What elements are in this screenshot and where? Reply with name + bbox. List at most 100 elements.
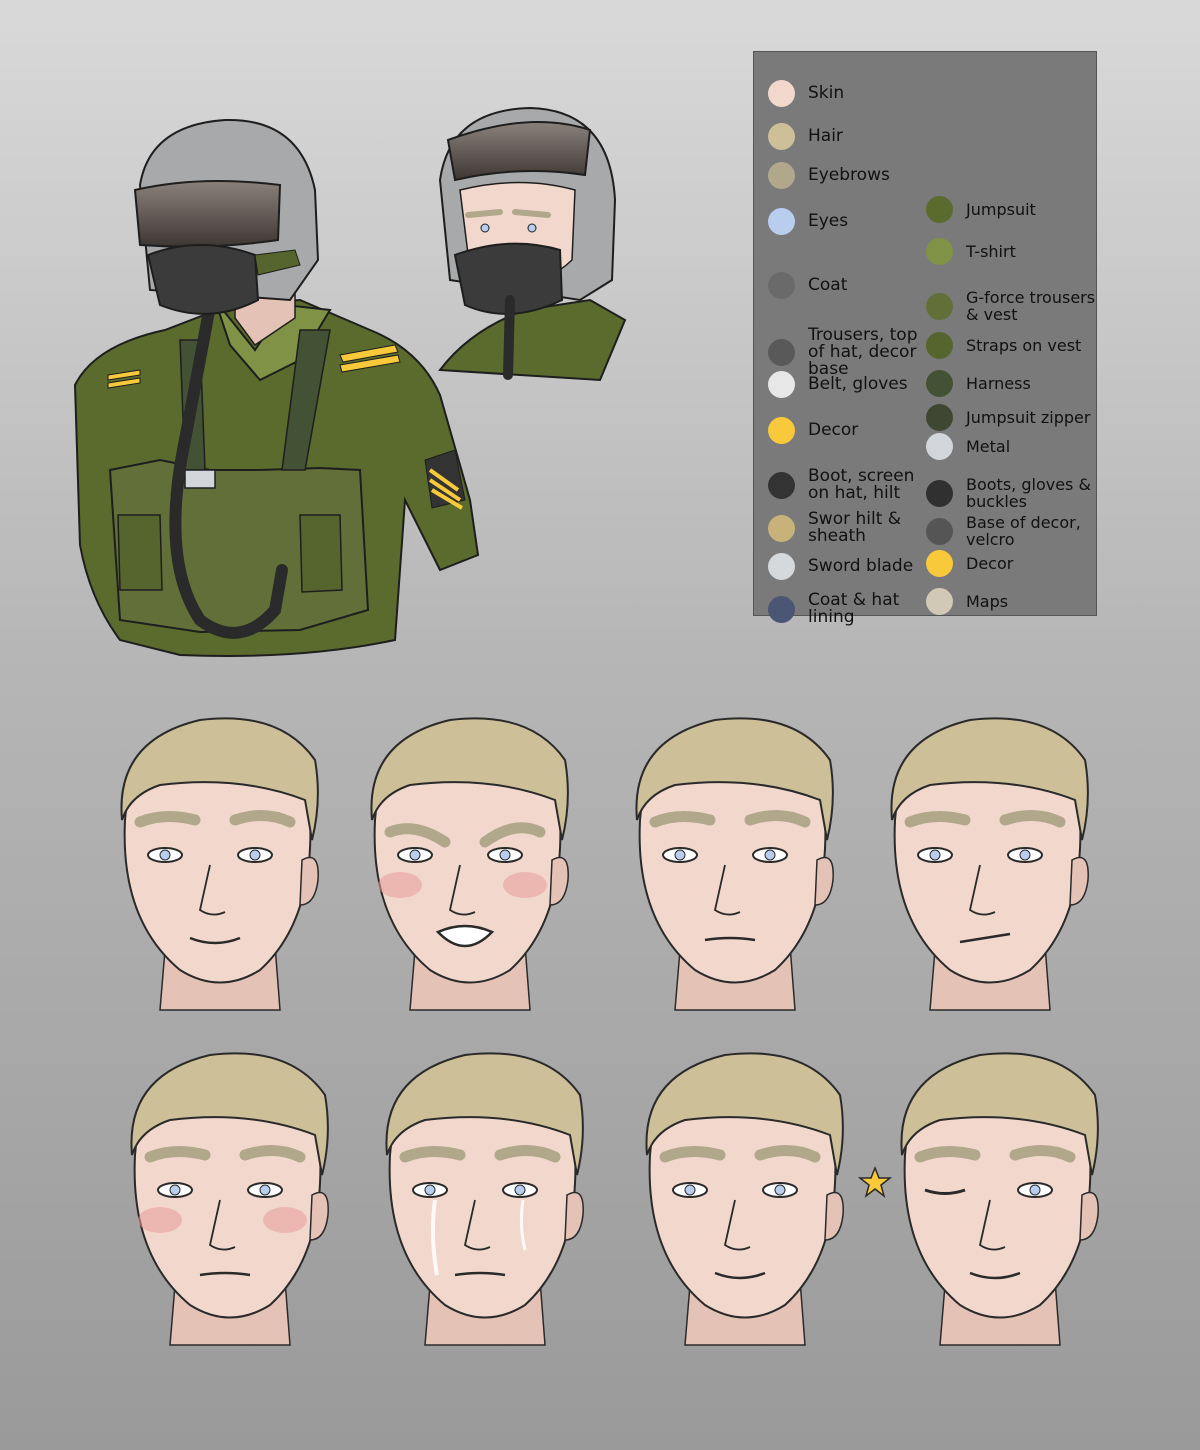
eye-left	[480, 223, 490, 233]
iris-right	[1029, 1184, 1041, 1196]
swatch-label: Hair	[808, 126, 843, 146]
palette-row: G-force trousers & vest	[926, 289, 1096, 323]
buckle	[184, 469, 216, 489]
color-swatch	[926, 550, 953, 577]
swatch-label: Swor hilt & sheath	[808, 509, 902, 546]
color-swatch	[768, 471, 795, 499]
palette-row: Swor hilt & sheath	[768, 511, 923, 545]
palette-row: Jumpsuit zipper	[926, 404, 1096, 431]
iris-right	[774, 1184, 786, 1196]
swatch-label: Straps on vest	[966, 336, 1082, 355]
palette-row: Maps	[926, 588, 1096, 615]
head-smile	[120, 717, 319, 1011]
color-palette-panel: Skin Hair Eyebrows Eyes Coat Trousers, top of…	[753, 51, 1097, 626]
color-swatch	[926, 404, 953, 431]
expression-sheet	[120, 717, 1099, 1346]
iris-right	[764, 849, 776, 861]
ear	[309, 1191, 329, 1241]
head-smug	[645, 1052, 844, 1346]
jumpsuit-shoulders	[438, 298, 627, 382]
iris-left	[424, 1184, 436, 1196]
palette-row: Decor	[926, 550, 1096, 577]
face	[388, 1104, 577, 1319]
palette-row: Straps on vest	[926, 332, 1096, 359]
ear	[549, 856, 569, 906]
palette-row: Coat	[768, 272, 923, 299]
iris-right	[249, 849, 261, 861]
color-swatch	[926, 238, 953, 265]
ear	[1079, 1191, 1099, 1241]
eyebrow-left	[134, 811, 201, 828]
oxygen-mask	[146, 244, 260, 315]
iris-left	[169, 1184, 181, 1196]
pilot-head-visor-up	[438, 106, 627, 382]
swatch-label: Harness	[966, 374, 1031, 393]
eyebrow-left	[659, 1146, 726, 1163]
head-angry	[370, 717, 569, 1011]
eyebrow-left	[649, 811, 716, 828]
color-swatch	[768, 272, 795, 299]
blush-left	[378, 872, 422, 898]
palette-row: Sword blade	[768, 553, 923, 580]
color-swatch	[926, 433, 953, 460]
face	[893, 769, 1082, 984]
color-swatch	[768, 80, 795, 107]
vest-pocket-right	[299, 514, 343, 593]
head-blushing	[130, 1052, 329, 1346]
swatch-label: Decor	[808, 420, 859, 440]
color-swatch	[926, 479, 953, 507]
palette-row: T-shirt	[926, 238, 1096, 265]
iris-left	[684, 1184, 696, 1196]
iris-right	[514, 1184, 526, 1196]
face	[123, 769, 312, 984]
iris-left	[159, 849, 171, 861]
iris-left	[409, 849, 421, 861]
palette-row: Decor	[768, 417, 923, 444]
swatch-label: Eyes	[808, 211, 849, 231]
ear	[814, 856, 834, 906]
swatch-label: Maps	[966, 592, 1009, 611]
color-swatch	[768, 595, 795, 623]
iris-right	[499, 849, 511, 861]
swatch-label: G-force trousers & vest	[966, 288, 1096, 324]
color-swatch	[768, 123, 795, 150]
color-swatch	[768, 371, 795, 398]
ear	[824, 1191, 844, 1241]
iris-right	[259, 1184, 271, 1196]
palette-row: Metal	[926, 433, 1096, 460]
helmet-visor	[133, 180, 282, 248]
palette-row: Eyebrows	[768, 162, 923, 189]
swatch-label: Sword blade	[808, 556, 914, 576]
blush-left	[138, 1207, 182, 1233]
color-swatch	[768, 208, 795, 235]
swatch-label: Coat & hat lining	[808, 590, 900, 627]
swatch-label: Belt, gloves	[808, 374, 908, 394]
color-swatch	[768, 417, 795, 444]
head-wink	[857, 1052, 1099, 1346]
color-swatch	[768, 162, 795, 189]
head-skeptical	[890, 717, 1089, 1011]
swatch-label: Boot, screen on hat, hilt	[808, 466, 915, 503]
swatch-label: Jumpsuit zipper	[966, 408, 1091, 427]
palette-row: Belt, gloves	[768, 371, 923, 398]
swatch-label: Skin	[808, 83, 845, 103]
color-swatch	[768, 514, 795, 542]
iris-right	[1019, 849, 1031, 861]
iris-left	[929, 849, 941, 861]
eyebrow-left	[914, 1146, 981, 1163]
swatch-label: Jumpsuit	[966, 200, 1036, 219]
palette-row: Coat & hat lining	[768, 592, 923, 626]
vest-pocket-left	[117, 514, 163, 591]
blush-right	[263, 1207, 307, 1233]
color-swatch	[926, 517, 953, 545]
eyebrow-left	[399, 1146, 466, 1163]
face	[903, 1104, 1092, 1319]
eye-right	[527, 223, 537, 233]
swatch-label: Base of decor, velcro	[966, 513, 1081, 549]
swatch-label: T-shirt	[966, 242, 1016, 261]
color-swatch	[926, 196, 953, 223]
oxygen-hose	[503, 295, 515, 380]
face	[648, 1104, 837, 1319]
eyebrow-left	[144, 1146, 211, 1163]
head-neutral	[635, 717, 834, 1011]
